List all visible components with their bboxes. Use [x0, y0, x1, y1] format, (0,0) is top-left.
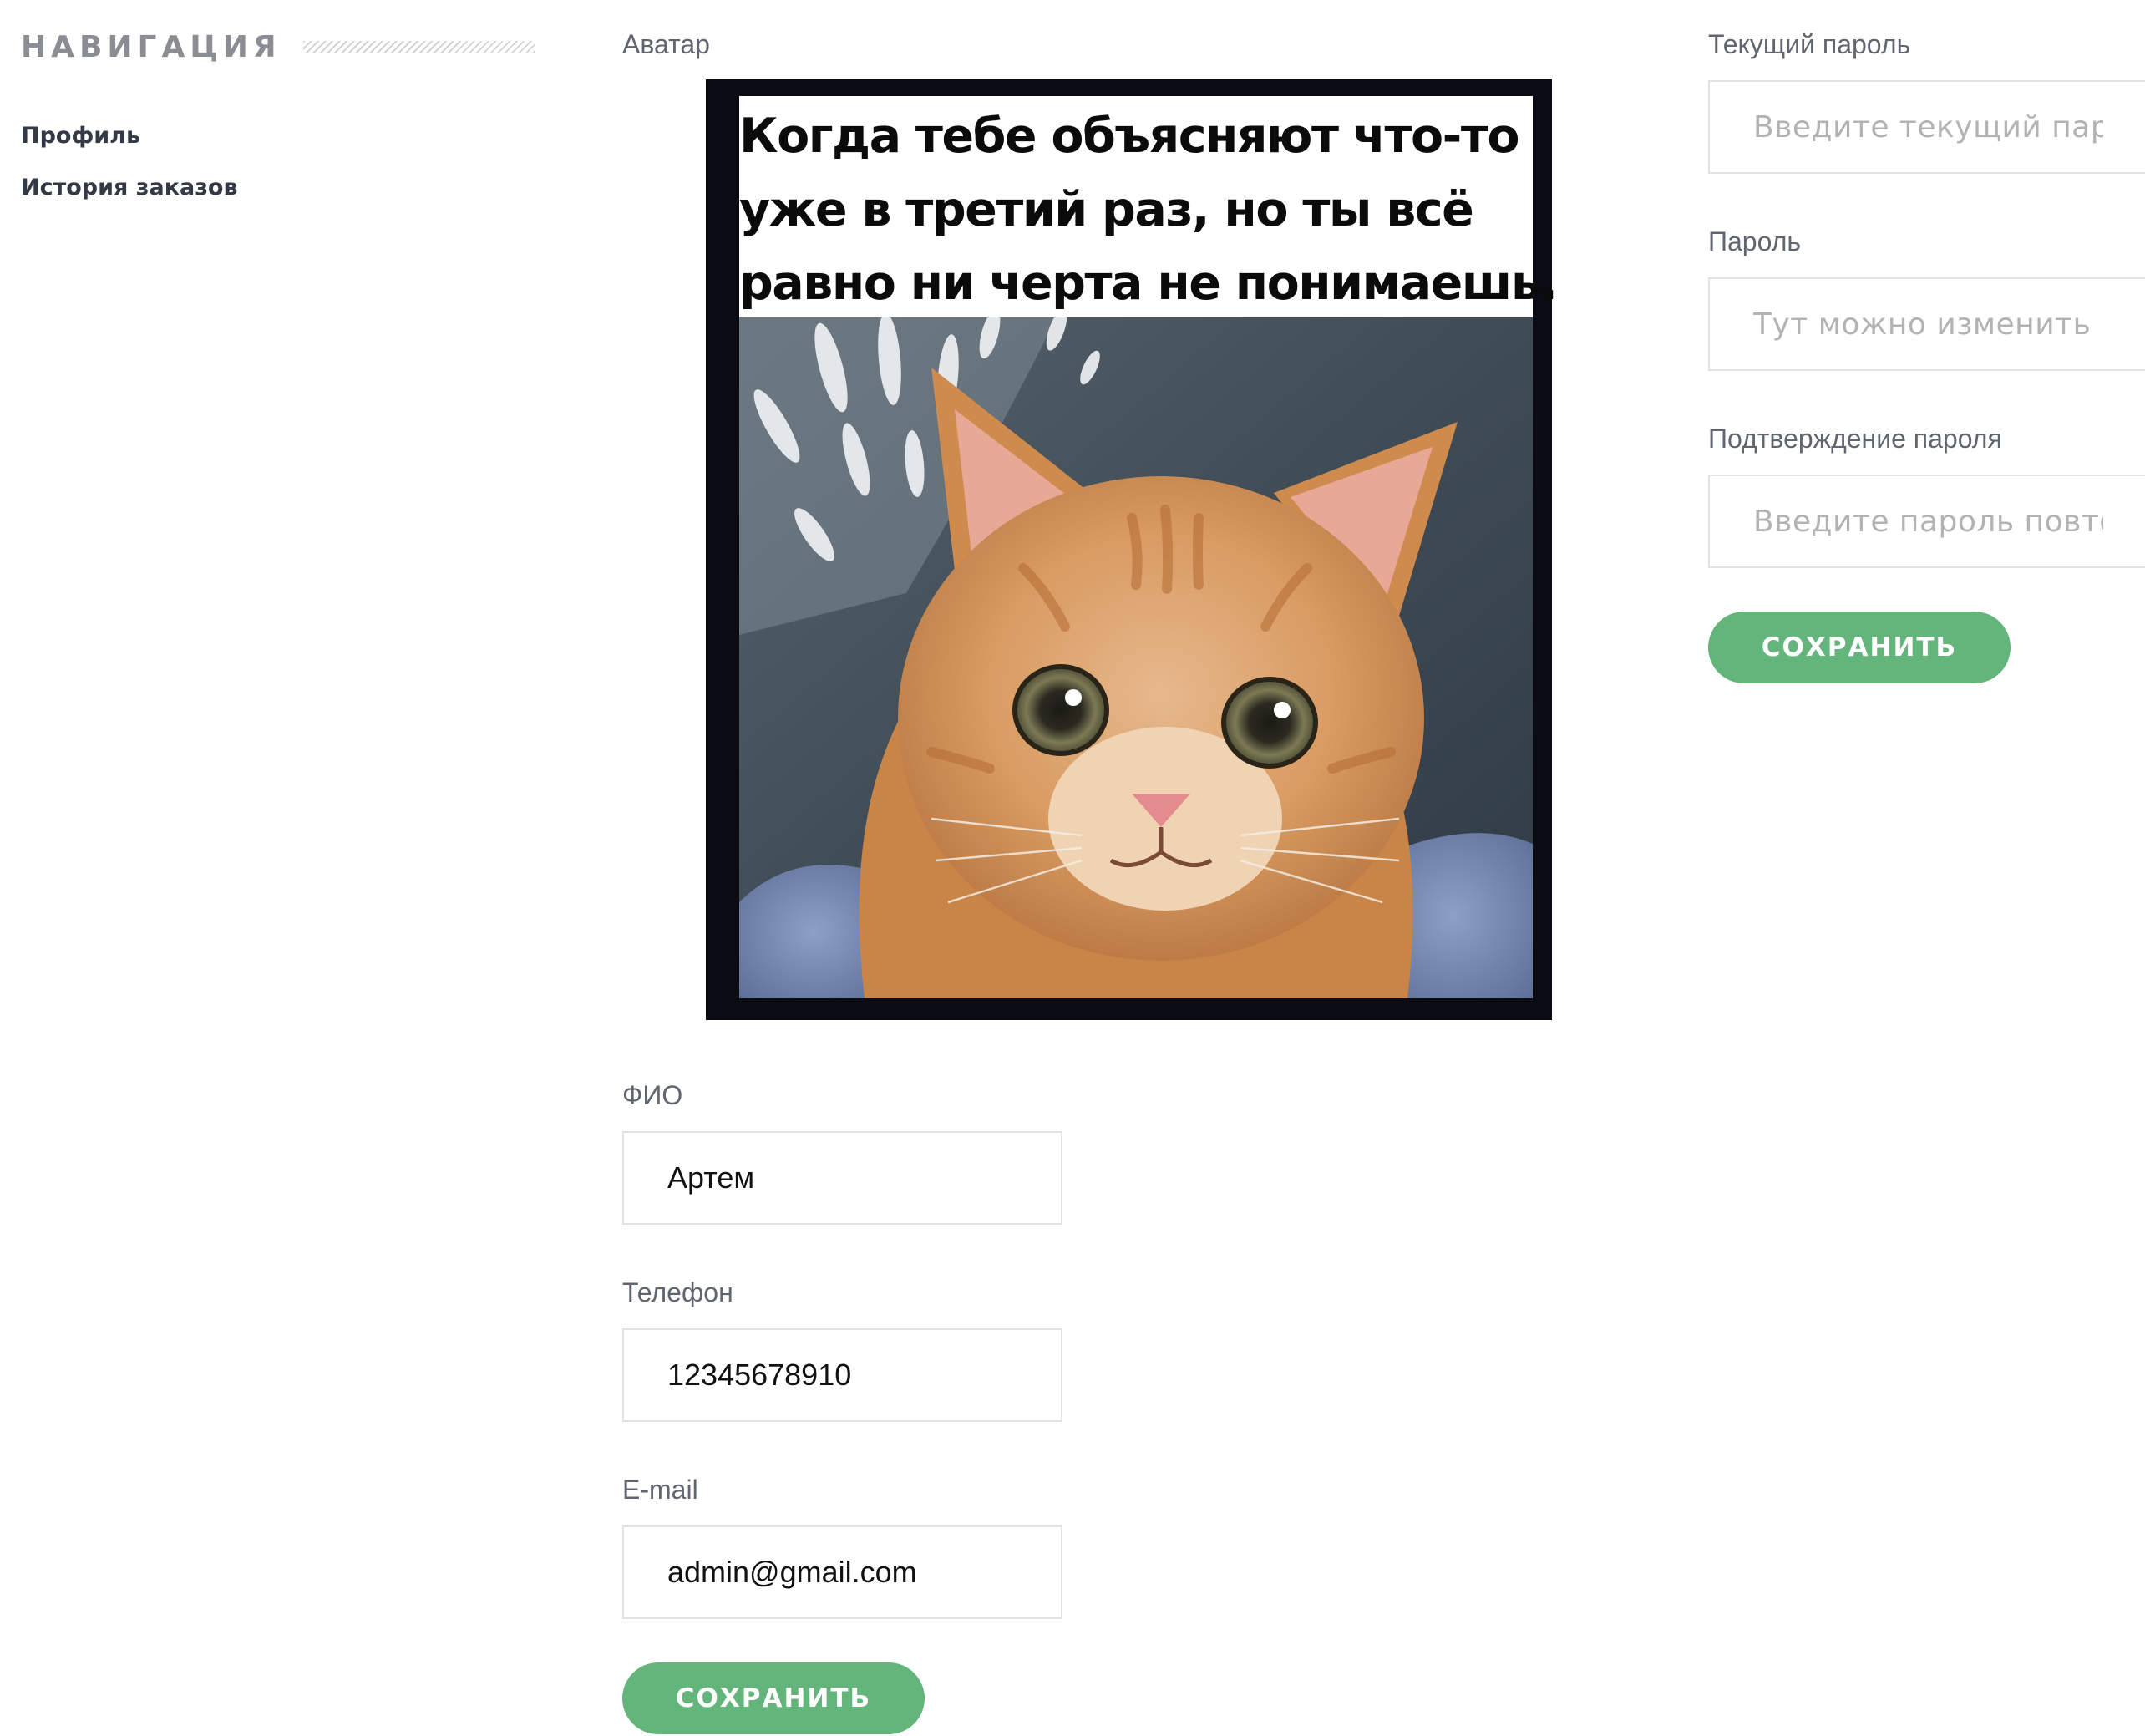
- avatar-cat-photo: [739, 317, 1533, 998]
- confirm-password-label: Подтверждение пароля: [1708, 424, 2002, 454]
- current-password-label: Текущий пароль: [1708, 29, 1911, 59]
- meme-caption-line: Когда тебе объясняют что-то: [739, 109, 1520, 164]
- avatar-label: Аватар: [622, 29, 710, 59]
- avatar-image[interactable]: Когда тебе объясняют что-то уже в третий…: [706, 79, 1558, 1020]
- confirm-password-input[interactable]: [1708, 475, 2145, 568]
- save-password-button[interactable]: СОХРАНИТЬ: [1708, 612, 2011, 683]
- nav-header: НАВИГАЦИЯ: [21, 25, 535, 69]
- meme-caption-line: равно ни черта не понимаешь.: [739, 256, 1558, 311]
- avatar-meme-caption: Когда тебе объясняют что-то уже в третий…: [739, 96, 1558, 317]
- fio-label: ФИО: [622, 1080, 683, 1110]
- new-password-input[interactable]: [1708, 277, 2145, 371]
- sidebar-item-order-history[interactable]: История заказов: [21, 162, 535, 214]
- new-password-label: Пароль: [1708, 226, 1802, 256]
- cat-illustration: [739, 317, 1533, 998]
- sidebar-navigation: НАВИГАЦИЯ Профиль История заказов: [21, 25, 535, 214]
- email-label: E-mail: [622, 1475, 698, 1505]
- nav-title: НАВИГАЦИЯ: [21, 29, 281, 64]
- nav-list: Профиль История заказов: [21, 110, 535, 214]
- email-input[interactable]: [622, 1525, 1062, 1619]
- phone-input[interactable]: [622, 1328, 1062, 1422]
- meme-caption-line: уже в третий раз, но ты всё: [739, 182, 1474, 237]
- fio-input[interactable]: [622, 1131, 1062, 1225]
- nav-title-decoration: [302, 40, 535, 53]
- sidebar-item-profile[interactable]: Профиль: [21, 110, 535, 162]
- save-profile-button[interactable]: СОХРАНИТЬ: [622, 1662, 925, 1734]
- current-password-input[interactable]: [1708, 80, 2145, 174]
- phone-label: Телефон: [622, 1277, 733, 1307]
